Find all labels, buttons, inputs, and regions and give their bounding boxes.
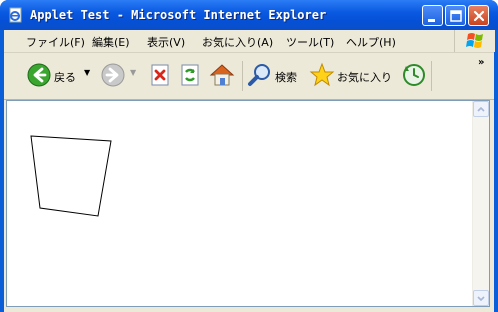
search-button[interactable]: 検索 [247, 62, 305, 90]
scroll-down-icon [477, 296, 485, 302]
menu-bar: ファイル(F) 編集(E) 表示(V) お気に入り(A) ツール(T) ヘルプ(… [4, 30, 495, 53]
back-button[interactable]: 戻る ▼ [26, 62, 94, 90]
applet-quadrilateral [30, 135, 112, 217]
toolbar-separator [242, 61, 243, 91]
favorites-button[interactable]: お気に入り [309, 62, 397, 90]
refresh-icon [181, 64, 199, 86]
forward-arrow-icon [101, 63, 125, 87]
ie-page-icon [9, 7, 22, 23]
menu-favorites[interactable]: お気に入り(A) [202, 34, 273, 50]
forward-dropdown-icon[interactable]: ▼ [130, 68, 136, 77]
scroll-up-button[interactable] [473, 101, 489, 117]
page-content [6, 100, 490, 307]
minimize-button[interactable] [422, 5, 443, 26]
stop-button[interactable] [148, 62, 172, 90]
toolbar: 戻る ▼ ▼ 検索 お気に入り » [4, 53, 494, 100]
back-label: 戻る [54, 71, 76, 84]
stop-icon [151, 64, 169, 86]
close-icon [473, 10, 485, 22]
menu-edit[interactable]: 編集(E) [92, 34, 130, 50]
menu-view[interactable]: 表示(V) [147, 34, 185, 50]
scroll-up-icon [477, 106, 485, 112]
search-icon [248, 64, 270, 86]
menu-tools[interactable]: ツール(T) [286, 34, 334, 50]
vertical-scrollbar[interactable] [472, 101, 489, 306]
history-button[interactable] [401, 62, 427, 90]
favorites-star-icon [309, 62, 335, 87]
favorites-label: お気に入り [337, 71, 392, 84]
maximize-button[interactable] [445, 5, 466, 26]
menu-file[interactable]: ファイル(F) [26, 34, 85, 50]
applet-canvas [30, 135, 112, 217]
history-icon [403, 64, 425, 86]
browser-frame: ファイル(F) 編集(E) 表示(V) お気に入り(A) ツール(T) ヘルプ(… [4, 30, 495, 312]
home-button[interactable] [208, 62, 236, 90]
refresh-button[interactable] [178, 62, 202, 90]
title-bar[interactable]: Applet Test - Microsoft Internet Explore… [0, 0, 498, 30]
browser-window: Applet Test - Microsoft Internet Explore… [0, 0, 498, 312]
home-icon [209, 64, 235, 86]
scroll-down-button[interactable] [473, 290, 489, 306]
toolbar-overflow-chevron[interactable]: » [478, 57, 484, 68]
minimize-icon [428, 19, 435, 22]
toolbar-separator-end [431, 61, 432, 91]
back-arrow-icon [27, 63, 51, 87]
close-button[interactable] [468, 5, 489, 26]
windows-logo-icon [466, 33, 483, 48]
windows-logo [454, 30, 495, 52]
menu-help[interactable]: ヘルプ(H) [346, 34, 396, 50]
search-label: 検索 [275, 71, 297, 84]
forward-button[interactable]: ▼ [100, 62, 140, 90]
window-title: Applet Test - Microsoft Internet Explore… [30, 8, 327, 22]
back-dropdown-icon[interactable]: ▼ [84, 68, 90, 77]
maximize-icon [450, 10, 462, 22]
